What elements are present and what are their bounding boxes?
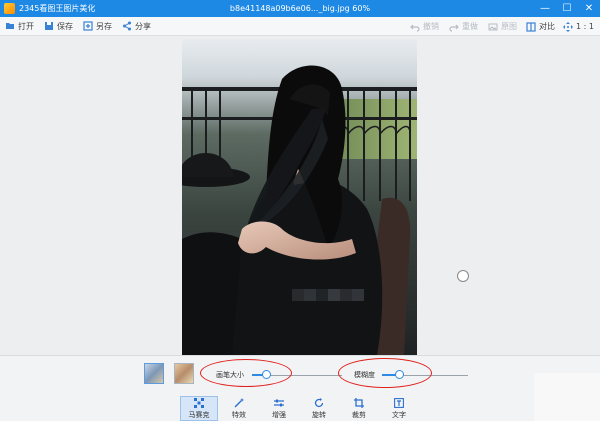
redo-icon <box>449 24 459 32</box>
save-icon <box>45 22 53 30</box>
undo-label: 撤销 <box>423 22 440 31</box>
save-button[interactable]: 保存 <box>39 17 78 36</box>
save-as-button[interactable]: 另存 <box>78 17 117 36</box>
app-logo-icon <box>4 3 15 14</box>
tool-text[interactable]: 文字 <box>380 396 418 421</box>
compare-icon <box>526 21 536 32</box>
original-button[interactable]: 原图 <box>483 17 522 36</box>
tool-enhance-label: 增强 <box>272 410 286 419</box>
minimize-button[interactable]: — <box>534 0 556 17</box>
tool-rotate[interactable]: 旋转 <box>300 396 338 421</box>
sliders-icon <box>274 399 284 406</box>
tool-text-label: 文字 <box>392 410 406 419</box>
compare-button[interactable]: 对比 <box>522 17 559 36</box>
redo-label: 重做 <box>462 22 479 31</box>
move-icon <box>563 21 574 32</box>
app-title: 2345看图王图片美化 <box>19 4 96 13</box>
crop-icon <box>354 397 364 408</box>
save-label: 保存 <box>57 21 73 31</box>
photo-image <box>182 39 417 355</box>
tool-effects[interactable]: 特效 <box>220 396 258 421</box>
toolbar: 打开 保存 另存 分享 撤销 重做 原图 对比 1 : 1 <box>0 17 600 36</box>
image-canvas[interactable] <box>0 36 600 355</box>
redo-button[interactable]: 重做 <box>444 17 483 36</box>
magic-wand-icon <box>234 397 244 407</box>
mosaic-icon <box>194 397 204 408</box>
open-button[interactable]: 打开 <box>0 17 39 36</box>
compare-label: 对比 <box>539 22 556 31</box>
ratio-label: 1 : 1 <box>576 22 594 31</box>
share-icon <box>123 21 131 31</box>
folder-icon <box>6 23 14 29</box>
tool-bar: 马赛克 特效 增强 旋转 裁剪 文字 <box>180 396 420 421</box>
mosaic-style-thumbnail-2[interactable] <box>174 363 194 384</box>
maximize-button[interactable]: ☐ <box>556 0 578 17</box>
tool-crop-label: 裁剪 <box>352 410 366 419</box>
tool-enhance[interactable]: 增强 <box>260 396 298 421</box>
save-as-label: 另存 <box>96 21 112 31</box>
actual-size-button[interactable]: 1 : 1 <box>559 17 598 36</box>
mosaic-style-thumbnail-1[interactable] <box>144 363 164 384</box>
title-bar: 2345看图王图片美化 b8e41148a09b6e06..._big.jpg … <box>0 0 600 17</box>
save-as-icon <box>83 21 93 31</box>
text-icon <box>394 397 404 408</box>
tool-mosaic[interactable]: 马赛克 <box>180 396 218 421</box>
tool-rotate-label: 旋转 <box>312 410 326 419</box>
undo-button[interactable]: 撤销 <box>405 17 444 36</box>
window-controls: — ☐ ✕ <box>534 0 600 17</box>
undo-icon <box>410 24 420 32</box>
original-label: 原图 <box>501 22 518 31</box>
edit-panel: 画笔大小 模糊度 马赛克 特效 增强 旋转 裁剪 文字 <box>0 355 600 421</box>
corner-panel <box>534 373 600 421</box>
share-label: 分享 <box>135 21 151 31</box>
annotation-ellipse-blur <box>338 358 432 388</box>
edited-photo[interactable] <box>182 39 417 355</box>
tool-mosaic-label: 马赛克 <box>188 410 210 419</box>
share-button[interactable]: 分享 <box>117 17 156 36</box>
brush-cursor <box>457 270 469 282</box>
image-icon <box>488 23 498 30</box>
close-button[interactable]: ✕ <box>578 0 600 17</box>
annotation-ellipse-brush <box>200 359 292 387</box>
tool-crop[interactable]: 裁剪 <box>340 396 378 421</box>
rotate-icon <box>314 397 324 407</box>
open-label: 打开 <box>18 21 34 31</box>
tool-effects-label: 特效 <box>232 410 246 419</box>
